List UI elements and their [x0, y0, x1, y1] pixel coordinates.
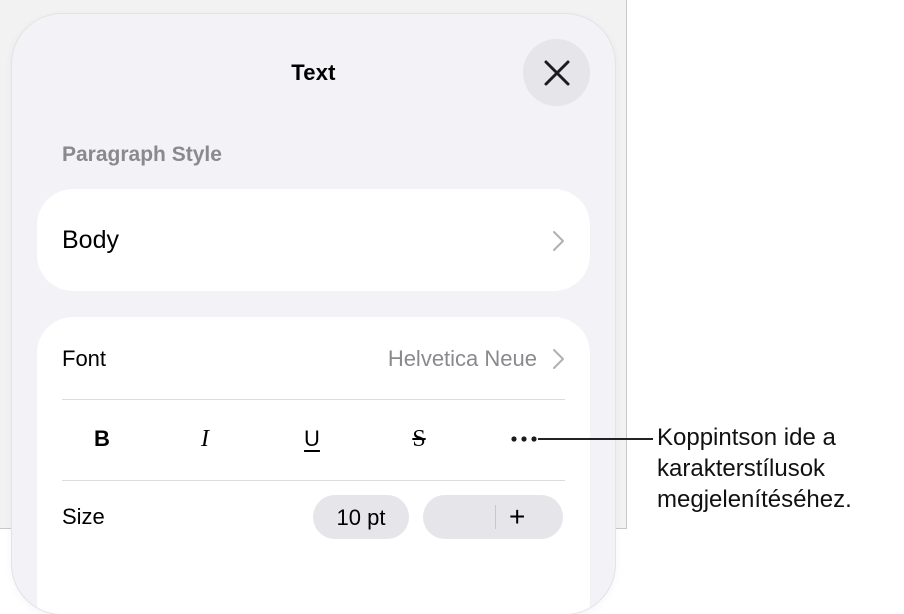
text-format-sheet: Text Paragraph Style Body Font Helvetica…: [12, 14, 615, 614]
chevron-right-icon: [553, 349, 564, 369]
device-frame: Text Paragraph Style Body Font Helvetica…: [0, 0, 627, 614]
callout-text: Koppintson ide a karakterstílusok megjel…: [657, 422, 852, 515]
font-value: Helvetica Neue: [387, 346, 537, 371]
size-increment-button[interactable]: +: [509, 501, 525, 533]
divider: [62, 399, 565, 400]
bold-button[interactable]: B: [67, 411, 137, 467]
strikethrough-button[interactable]: S: [384, 411, 454, 467]
callout-leader-line: [538, 438, 653, 440]
ellipsis-icon: [511, 436, 537, 442]
size-value-field[interactable]: 10 pt: [313, 495, 409, 539]
underline-button[interactable]: U: [277, 411, 347, 467]
chevron-right-icon: [553, 231, 564, 251]
close-button[interactable]: [523, 39, 590, 106]
divider: [62, 480, 565, 481]
callout-line-2: karakterstílusok: [657, 455, 826, 482]
paragraph-style-row[interactable]: Body: [37, 189, 590, 291]
stepper-divider: [495, 505, 496, 529]
callout-line-3: megjelenítéséhez.: [657, 486, 852, 513]
size-label: Size: [62, 504, 105, 529]
italic-button[interactable]: I: [170, 411, 240, 467]
close-icon: [544, 60, 569, 85]
font-label: Font: [62, 346, 107, 371]
font-row[interactable]: Font Helvetica Neue: [37, 317, 590, 399]
font-settings-card: Font Helvetica Neue B I U S Size 10 pt +: [37, 317, 590, 614]
callout-line-1: Koppintson ide a: [657, 424, 836, 451]
size-stepper[interactable]: +: [423, 495, 563, 539]
paragraph-style-value: Body: [62, 226, 119, 254]
size-value: 10 pt: [336, 505, 386, 530]
paragraph-style-header: Paragraph Style: [62, 143, 222, 166]
